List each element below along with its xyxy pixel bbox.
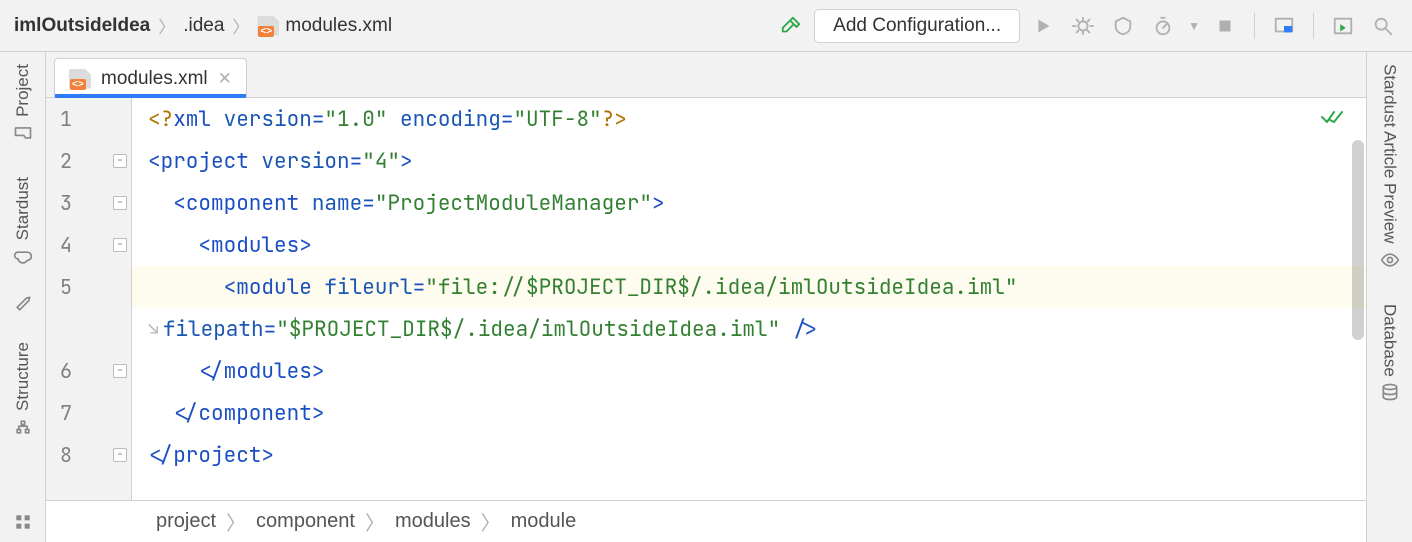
gutter: 1 2− 3− 4− 5 6− 7 8−	[46, 98, 132, 500]
chevron-right-icon: 〉	[365, 507, 385, 536]
fold-toggle[interactable]: −	[113, 448, 127, 462]
breadcrumb-item[interactable]: project	[156, 510, 216, 533]
breadcrumb-item[interactable]: module	[511, 510, 577, 533]
editor-tab-modules[interactable]: modules.xml ✕	[54, 58, 247, 98]
code-lines[interactable]: <?xml version="1.0" encoding="UTF-8"?> <…	[132, 98, 1366, 500]
add-configuration-button[interactable]: Add Configuration...	[814, 9, 1020, 43]
run-button[interactable]	[1028, 11, 1058, 41]
line-number: 3−	[46, 182, 131, 224]
code-line: <?xml version="1.0" encoding="UTF-8"?>	[132, 98, 1366, 140]
stardust-toolwindow-button[interactable]: Stardust	[13, 171, 33, 272]
line-number: 1	[46, 98, 131, 140]
divider	[1313, 13, 1314, 39]
preview-toolwindow-label: Stardust Article Preview	[1380, 64, 1400, 244]
fold-toggle[interactable]: −	[113, 238, 127, 252]
editor-panel: modules.xml ✕ 1 2− 3− 4− 5 6− 7 8−	[46, 52, 1366, 542]
close-tab-button[interactable]: ✕	[218, 69, 232, 89]
inspection-ok-icon[interactable]	[1320, 106, 1344, 133]
cloud-icon	[13, 246, 33, 266]
database-icon	[1380, 382, 1400, 402]
debug-button[interactable]	[1068, 11, 1098, 41]
structure-toolwindow-button[interactable]: Structure	[13, 336, 33, 443]
chevron-right-icon: 〉	[481, 507, 501, 536]
code-editor[interactable]: 1 2− 3− 4− 5 6− 7 8− <?xml ver	[46, 98, 1366, 500]
line-number	[46, 308, 131, 350]
navigation-bar: imlOutsideIdea 〉 .idea 〉 modules.xml Add…	[0, 0, 1412, 52]
line-number: 7	[46, 392, 131, 434]
breadcrumb-item[interactable]: component	[256, 510, 355, 533]
xml-file-icon	[69, 69, 91, 89]
editor-tab-label: modules.xml	[101, 68, 208, 90]
line-number: 8−	[46, 434, 131, 476]
vertical-scrollbar[interactable]	[1352, 140, 1364, 340]
breadcrumb-item[interactable]: modules	[395, 510, 471, 533]
grid-icon[interactable]	[13, 512, 33, 532]
code-line: </project>	[132, 434, 1366, 476]
chevron-down-icon[interactable]: ▼	[1188, 19, 1200, 33]
database-toolwindow-label: Database	[1380, 304, 1400, 377]
coverage-button[interactable]	[1108, 11, 1138, 41]
code-line: </modules>	[132, 350, 1366, 392]
code-line: <modules>	[132, 224, 1366, 266]
editor-breadcrumbs: project 〉 component 〉 modules 〉 module	[46, 500, 1366, 542]
soft-wrap-icon: ↘	[148, 318, 159, 341]
code-line: </component>	[132, 392, 1366, 434]
scratch-toolwindow-button[interactable]	[13, 294, 33, 314]
line-number: 6−	[46, 350, 131, 392]
stardust-toolwindow-label: Stardust	[13, 177, 33, 240]
profile-button[interactable]	[1148, 11, 1178, 41]
chevron-right-icon: 〉	[158, 13, 175, 38]
project-toolwindow-label: Project	[13, 64, 33, 117]
chevron-right-icon: 〉	[226, 507, 246, 536]
database-toolwindow-button[interactable]: Database	[1380, 298, 1400, 409]
structure-toolwindow-label: Structure	[13, 342, 33, 411]
code-line: ↘filepath="$PROJECT_DIR$/.idea/imlOutsid…	[132, 308, 1366, 350]
right-tool-strip: Stardust Article Preview Database	[1366, 52, 1412, 542]
fold-toggle[interactable]: −	[113, 154, 127, 168]
line-number: 4−	[46, 224, 131, 266]
search-everywhere-button[interactable]	[1368, 11, 1398, 41]
line-number: 2−	[46, 140, 131, 182]
run-anything-button[interactable]	[1328, 11, 1358, 41]
code-line: <module fileurl="file://$PROJECT_DIR$/.i…	[132, 266, 1366, 308]
project-structure-button[interactable]	[1269, 11, 1299, 41]
breadcrumb-folder[interactable]: .idea	[183, 15, 224, 37]
pencil-icon	[13, 294, 33, 314]
xml-file-icon	[257, 16, 279, 36]
chevron-right-icon: 〉	[232, 13, 249, 38]
left-tool-strip: Project Stardust Structure	[0, 52, 46, 542]
fold-toggle[interactable]: −	[113, 196, 127, 210]
structure-icon	[13, 417, 33, 437]
build-button[interactable]	[776, 11, 806, 41]
stop-button[interactable]	[1210, 11, 1240, 41]
breadcrumbs: imlOutsideIdea 〉 .idea 〉 modules.xml	[14, 13, 392, 38]
editor-tabs: modules.xml ✕	[46, 52, 1366, 98]
code-line: <project version="4">	[132, 140, 1366, 182]
folder-icon	[13, 123, 33, 143]
breadcrumb-file-label: modules.xml	[285, 15, 392, 37]
breadcrumb-root[interactable]: imlOutsideIdea	[14, 15, 150, 37]
project-toolwindow-button[interactable]: Project	[13, 58, 33, 149]
preview-toolwindow-button[interactable]: Stardust Article Preview	[1380, 58, 1400, 276]
code-line: <component name="ProjectModuleManager">	[132, 182, 1366, 224]
breadcrumb-file[interactable]: modules.xml	[257, 15, 392, 37]
fold-toggle[interactable]: −	[113, 364, 127, 378]
line-number: 5	[46, 266, 131, 308]
divider	[1254, 13, 1255, 39]
eye-icon	[1380, 250, 1400, 270]
run-toolbar: ▼	[1028, 11, 1398, 41]
